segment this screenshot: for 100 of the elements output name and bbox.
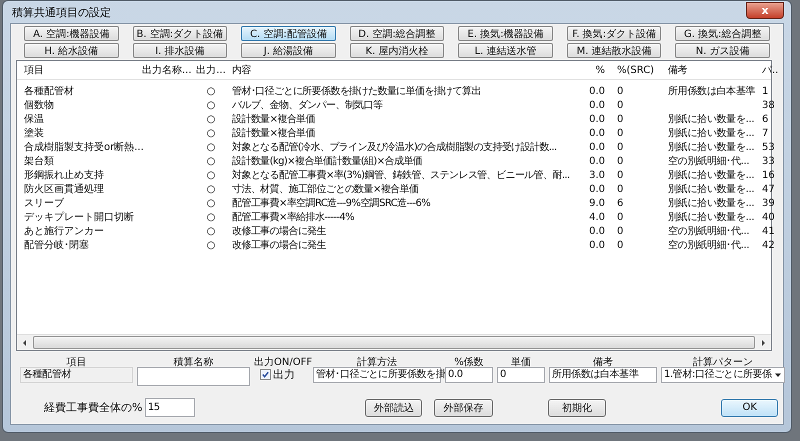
category-button[interactable]: D. 空調:総合調整: [350, 26, 444, 41]
table-cell-text: ○: [206, 86, 216, 98]
category-button[interactable]: F. 換気:ダクト設備: [566, 26, 662, 41]
checkmark-icon: [261, 370, 270, 379]
table-cell-text: 配管工事費×率給排水-----4%: [231, 212, 356, 224]
table-cell-text: 0: [616, 212, 624, 224]
field-label: 積算名称: [172, 356, 214, 367]
table-cell-text: 0: [616, 184, 624, 196]
category-button[interactable]: N. ガス設備: [675, 43, 770, 58]
table-cell-text: 3.0: [588, 170, 606, 182]
field-label: 備考: [592, 356, 614, 367]
table-cell-text: 4.0: [588, 212, 606, 224]
table-cell-text: 塗装: [23, 128, 45, 140]
table-cell-text: 0.0: [588, 184, 606, 196]
table-cell-text: 設計数量×複合単価: [231, 114, 316, 126]
table-row[interactable]: 保温 ○ 設計数量×複合単価 0.0 0 別紙に拾い数量を... 6: [17, 113, 771, 127]
table-cell-text: 47: [761, 184, 776, 196]
table-cell-text: 設計数量(kg)×複合単価計数量(組)×合成単価: [231, 156, 424, 168]
scroll-right-icon[interactable]: [759, 338, 767, 346]
table-cell-text: 1: [761, 86, 770, 98]
category-button[interactable]: J. 給湯設備: [241, 43, 336, 58]
field-label: 計算方法: [356, 356, 398, 367]
factor-input-field[interactable]: 0.0: [445, 367, 493, 383]
table-cell-text: ○: [206, 226, 216, 238]
table-cell-text: 53: [761, 142, 776, 154]
output-checkbox[interactable]: 出力: [254, 367, 309, 382]
table-cell-text: 対象となる配管(冷水、ブライン及び冷温水)の合成樹脂製の支持受け設計数...: [231, 142, 558, 154]
overhead-input-field[interactable]: 15: [144, 398, 196, 417]
table-cell-text: ○: [206, 240, 216, 252]
table-cell-text: 別紙に拾い数量を...: [667, 212, 756, 224]
table-row[interactable]: 各種配管材 ○ 管材･口径ごとに所要係数を掛けた数量に単価を掛けて算出 0.0 0 所用係数は白本基準 1: [17, 85, 771, 99]
table-cell-text: 管材･口径ごとに所要係数を掛けた数量に単価を掛けて算出: [231, 86, 482, 98]
window-title: 積算共通項目の設定: [11, 4, 111, 20]
table-cell-text: 別紙に拾い数量を...: [667, 142, 756, 154]
pattern-dropdown[interactable]: 1.管材:口径ごとに所要係: [661, 367, 785, 383]
table-cell-text: 6: [761, 114, 770, 126]
column-header[interactable]: 出力...: [193, 63, 229, 77]
name-input-field[interactable]: [137, 367, 250, 386]
note-input-field[interactable]: 所用係数は白本基準: [549, 367, 657, 383]
table-row[interactable]: 塗装 ○ 設計数量×複合単価 0.0 0 別紙に拾い数量を... 7: [17, 127, 771, 141]
table-cell-text: バルブ、金物、ダンパー、制気口等: [231, 100, 384, 112]
category-button[interactable]: L. 連結送水管: [458, 43, 553, 58]
table-cell-text: 0.0: [588, 114, 606, 126]
table-cell-text: 別紙に拾い数量を...: [667, 114, 756, 126]
table-cell-text: 33: [761, 156, 776, 168]
table-cell-text: 設計数量×複合単価: [231, 128, 316, 140]
table-cell-text: 0: [616, 156, 624, 168]
table-cell-text: 配管工事費×率空調RC造---9%空調SRC造---6%: [231, 198, 432, 210]
category-button[interactable]: H. 給水設備: [24, 43, 119, 58]
table-cell-text: 7: [761, 128, 770, 140]
table-cell-text: 0.0: [588, 142, 606, 154]
category-button[interactable]: E. 換気:機器設備: [458, 26, 553, 41]
action-button[interactable]: 外部読込: [365, 398, 422, 416]
table-cell-text: 42: [761, 240, 776, 252]
table-cell-text: 0.0: [588, 226, 606, 238]
column-header[interactable]: 項目: [21, 63, 139, 77]
table-cell-text: 空の別紙明細･代...: [667, 240, 750, 252]
category-button[interactable]: A. 空調:機器設備: [24, 26, 119, 41]
action-button[interactable]: 初期化: [548, 398, 606, 416]
price-input-field[interactable]: 0: [497, 367, 545, 383]
table-cell-text: 0.0: [588, 100, 606, 112]
table-cell-text: 別紙に拾い数量を...: [667, 128, 756, 140]
column-header[interactable]: パ..: [759, 63, 781, 77]
table-cell-text: 寸法、材質、施工部位ごとの数量×複合単価: [231, 184, 420, 196]
scrollbar-thumb[interactable]: [33, 336, 755, 349]
column-header[interactable]: 出力名称...: [139, 63, 193, 77]
table-cell-text: 0: [616, 100, 624, 112]
table-cell-text: 改修工事の場合に発生: [231, 226, 328, 238]
item-field[interactable]: 各種配管材: [20, 367, 133, 383]
horizontal-scrollbar[interactable]: [17, 334, 771, 350]
ok-button[interactable]: OK: [721, 398, 778, 416]
category-button[interactable]: K. 屋内消火栓: [350, 43, 444, 58]
field-label: 単価: [510, 356, 532, 367]
column-header[interactable]: 内容: [229, 63, 581, 77]
table-cell-text: 38: [761, 100, 776, 112]
table-cell-text: 改修工事の場合に発生: [231, 240, 328, 252]
action-button[interactable]: 外部保存: [434, 398, 493, 416]
category-button[interactable]: C. 空調:配管設備: [241, 26, 336, 41]
column-header[interactable]: %: [581, 64, 611, 76]
scroll-left-icon[interactable]: [21, 338, 29, 346]
table-cell-text: あと施行アンカー: [23, 226, 105, 238]
table-cell-text: ○: [206, 198, 216, 210]
table-cell-text: 防火区画貫通処理: [23, 184, 105, 196]
table-cell-text: 所用係数は白本基準: [667, 86, 756, 98]
table-cell-text: 0: [616, 114, 624, 126]
table-cell-text: デッキプレート開口切断: [23, 212, 135, 224]
table-cell-text: 6: [616, 198, 624, 210]
field-label: %係数: [453, 356, 485, 367]
column-header[interactable]: %(SRC): [611, 64, 665, 76]
table-cell-text: 0.0: [588, 128, 606, 140]
category-button[interactable]: G. 換気:総合調整: [675, 26, 770, 41]
category-button[interactable]: B. 空調:ダクト設備: [132, 26, 228, 41]
table-cell-text: ○: [206, 128, 216, 140]
table-cell-text: 別紙に拾い数量を...: [667, 198, 756, 210]
table-cell-text: 0: [616, 142, 624, 154]
category-button[interactable]: M. 連結散水設備: [566, 43, 662, 58]
column-header[interactable]: 備考: [665, 63, 759, 77]
category-button[interactable]: I. 排水設備: [132, 43, 228, 58]
table-cell-text: 別紙に拾い数量を...: [667, 170, 756, 182]
table-cell-text: 0.0: [588, 86, 606, 98]
